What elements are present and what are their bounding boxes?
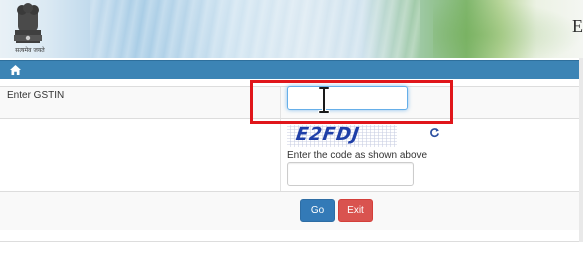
home-icon[interactable] (10, 65, 21, 75)
captcha-input[interactable] (287, 162, 414, 186)
column-divider (280, 87, 281, 118)
navbar (0, 60, 583, 79)
header-banner: सत्यमेव जयते E (0, 0, 583, 58)
captcha-image: E2FDJ (287, 125, 397, 147)
button-row (0, 191, 583, 230)
page-title-partial: E (572, 16, 583, 36)
exit-button[interactable]: Exit (338, 199, 373, 222)
column-divider (280, 119, 281, 192)
captcha-instruction: Enter the code as shown above (287, 150, 428, 161)
gstin-label: Enter GSTIN (7, 90, 65, 101)
emblem-caption: सत्यमेव जयते (15, 47, 45, 54)
refresh-icon[interactable] (429, 127, 440, 138)
gstin-input[interactable] (287, 86, 408, 110)
scrollbar[interactable] (579, 58, 583, 242)
go-button[interactable]: Go (300, 199, 335, 222)
captcha-text: E2FDJ (294, 125, 362, 145)
